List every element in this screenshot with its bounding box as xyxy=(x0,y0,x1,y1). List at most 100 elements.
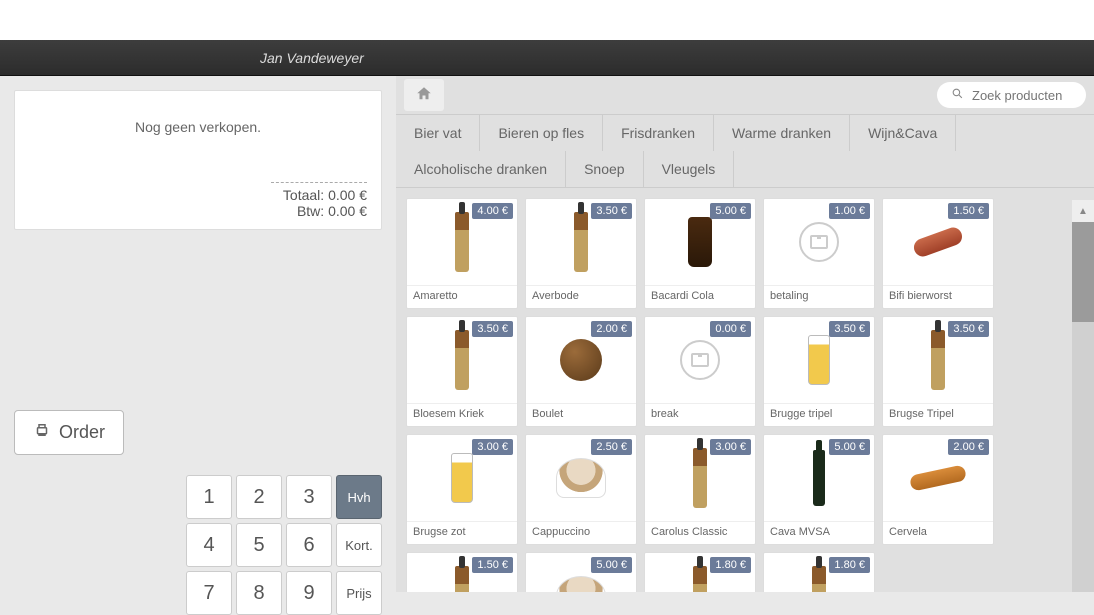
right-column: Bier vatBieren op flesFrisdrankenWarme d… xyxy=(396,76,1094,592)
search-icon xyxy=(951,87,964,103)
product-price: 1.80 € xyxy=(710,557,751,573)
left-column: Nog geen verkopen. Totaal: 0.00 € Btw: 0… xyxy=(0,76,396,592)
key-8[interactable]: 8 xyxy=(236,571,282,615)
product-card[interactable]: 1.80 € xyxy=(763,552,875,592)
ticket-panel: Nog geen verkopen. Totaal: 0.00 € Btw: 0… xyxy=(14,90,382,230)
search-input[interactable] xyxy=(972,88,1072,103)
key-9[interactable]: 9 xyxy=(286,571,332,615)
total-row: Totaal: 0.00 € xyxy=(271,187,367,203)
product-name: Cappuccino xyxy=(526,521,636,544)
product-name: Brugse zot xyxy=(407,521,517,544)
product-grid: 4.00 € Amaretto 3.50 € Averbode 5.00 € Bacard… xyxy=(396,188,1094,592)
product-price: 1.00 € xyxy=(829,203,870,219)
key-3[interactable]: 3 xyxy=(286,475,332,519)
product-name: Brugge tripel xyxy=(764,403,874,426)
product-name: Boulet xyxy=(526,403,636,426)
product-card[interactable]: 3.50 € Bloesem Kriek xyxy=(406,316,518,427)
scroll-up-button[interactable]: ▲ xyxy=(1072,200,1094,222)
product-card[interactable]: 2.00 € Boulet xyxy=(525,316,637,427)
key-5[interactable]: 5 xyxy=(236,523,282,567)
home-button[interactable] xyxy=(404,79,444,111)
product-card[interactable]: 3.50 € Brugse Tripel xyxy=(882,316,994,427)
tax-row: Btw: 0.00 € xyxy=(271,203,367,219)
mode-qty-button[interactable]: Hvh xyxy=(336,475,382,519)
product-card[interactable]: 3.50 € Averbode xyxy=(525,198,637,309)
category-tab[interactable]: Snoep xyxy=(566,151,643,187)
category-tab[interactable]: Alcoholische dranken xyxy=(396,151,566,187)
product-name: Brugse Tripel xyxy=(883,403,993,426)
product-price: 2.00 € xyxy=(948,439,989,455)
product-name: Bloesem Kriek xyxy=(407,403,517,426)
top-spacer xyxy=(0,0,1094,40)
print-icon xyxy=(33,421,51,444)
category-tab[interactable]: Frisdranken xyxy=(603,115,714,151)
product-price: 5.00 € xyxy=(591,557,632,573)
product-price: 3.50 € xyxy=(948,321,989,337)
product-price: 5.00 € xyxy=(829,439,870,455)
order-button-label: Order xyxy=(59,422,105,443)
order-button[interactable]: Order xyxy=(14,410,124,455)
total-value: 0.00 € xyxy=(328,187,367,203)
product-price: 0.00 € xyxy=(710,321,751,337)
product-card[interactable]: 1.80 € xyxy=(644,552,756,592)
product-name: Averbode xyxy=(526,285,636,308)
product-price: 2.50 € xyxy=(591,439,632,455)
product-price: 3.50 € xyxy=(591,203,632,219)
mode-price-button[interactable]: Prijs xyxy=(336,571,382,615)
main-layout: Nog geen verkopen. Totaal: 0.00 € Btw: 0… xyxy=(0,76,1094,592)
product-price: 3.50 € xyxy=(829,321,870,337)
scroll-thumb[interactable] xyxy=(1072,222,1094,322)
product-card[interactable]: 1.00 € betaling xyxy=(763,198,875,309)
key-4[interactable]: 4 xyxy=(186,523,232,567)
product-name: Cervela xyxy=(883,521,993,544)
product-card[interactable]: 5.00 € Bacardi Cola xyxy=(644,198,756,309)
scrollbar[interactable]: ▲ xyxy=(1072,200,1094,592)
product-card[interactable]: 3.50 € Brugge tripel xyxy=(763,316,875,427)
product-card[interactable]: 1.50 € Bifi bierworst xyxy=(882,198,994,309)
product-card[interactable]: 3.00 €Brugse zot xyxy=(406,434,518,545)
category-tab[interactable]: Warme dranken xyxy=(714,115,850,151)
product-card[interactable]: 2.50 € Cappuccino xyxy=(525,434,637,545)
category-tab[interactable]: Bier vat xyxy=(396,115,480,151)
right-top-bar xyxy=(396,76,1094,114)
product-name: Carolus Classic xyxy=(645,521,755,544)
product-card[interactable]: 1.50 € xyxy=(406,552,518,592)
product-price: 4.00 € xyxy=(472,203,513,219)
key-2[interactable]: 2 xyxy=(236,475,282,519)
product-name: Bifi bierworst xyxy=(883,285,993,308)
key-6[interactable]: 6 xyxy=(286,523,332,567)
product-price: 5.00 € xyxy=(710,203,751,219)
key-1[interactable]: 1 xyxy=(186,475,232,519)
product-name: break xyxy=(645,403,755,426)
product-price: 1.50 € xyxy=(948,203,989,219)
header-bar: Jan Vandeweyer xyxy=(0,40,1094,76)
product-name: betaling xyxy=(764,285,874,308)
category-tab[interactable]: Wijn&Cava xyxy=(850,115,956,151)
empty-ticket-message: Nog geen verkopen. xyxy=(25,101,371,175)
product-card[interactable]: 4.00 € Amaretto xyxy=(406,198,518,309)
numeric-keypad: 1 2 3 Hvh 4 5 6 Kort. 7 8 9 Prijs xyxy=(186,475,382,615)
search-box[interactable] xyxy=(937,82,1086,108)
product-card[interactable]: 2.00 € Cervela xyxy=(882,434,994,545)
total-label: Totaal: xyxy=(283,187,324,203)
tax-label: Btw: xyxy=(297,203,324,219)
product-price: 3.50 € xyxy=(472,321,513,337)
home-icon xyxy=(415,85,433,106)
key-7[interactable]: 7 xyxy=(186,571,232,615)
product-card[interactable]: 3.00 €Carolus Classic xyxy=(644,434,756,545)
product-price: 1.50 € xyxy=(472,557,513,573)
product-name: Cava MVSA xyxy=(764,521,874,544)
user-name: Jan Vandeweyer xyxy=(260,50,364,66)
product-name: Amaretto xyxy=(407,285,517,308)
category-tab[interactable]: Vleugels xyxy=(644,151,735,187)
tax-value: 0.00 € xyxy=(328,203,367,219)
product-price: 1.80 € xyxy=(829,557,870,573)
product-name: Bacardi Cola xyxy=(645,285,755,308)
category-tab[interactable]: Bieren op fles xyxy=(480,115,603,151)
mode-discount-button[interactable]: Kort. xyxy=(336,523,382,567)
category-tabs: Bier vatBieren op flesFrisdrankenWarme d… xyxy=(396,114,1094,188)
product-card[interactable]: 5.00 € Cava MVSA xyxy=(763,434,875,545)
product-card[interactable]: 0.00 € break xyxy=(644,316,756,427)
product-card[interactable]: 5.00 € xyxy=(525,552,637,592)
product-price: 2.00 € xyxy=(591,321,632,337)
